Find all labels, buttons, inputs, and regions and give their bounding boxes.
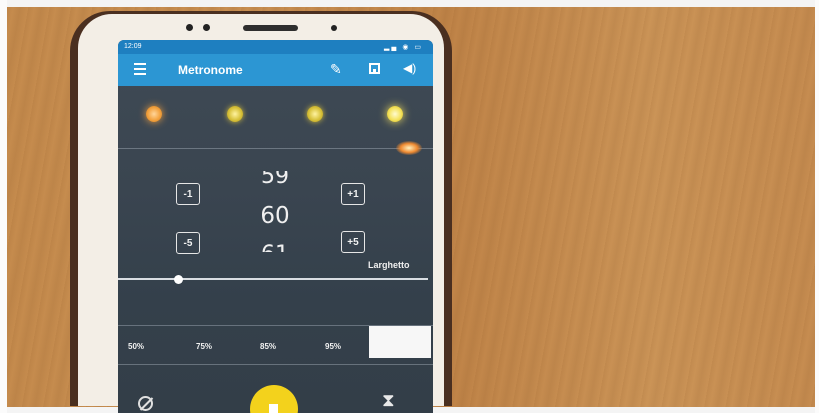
- beat-indicator-3: [307, 106, 323, 122]
- beats-divider: [118, 148, 433, 149]
- menu-icon[interactable]: [134, 63, 146, 75]
- tempo-plus-one-button[interactable]: +1: [341, 183, 365, 205]
- image-border-right: [815, 0, 819, 413]
- camera-flash-glare: [396, 141, 422, 155]
- percent-option-75[interactable]: 75%: [196, 342, 212, 351]
- mute-icon[interactable]: [138, 396, 153, 411]
- tempo-minus-one-button[interactable]: -1: [176, 183, 200, 205]
- front-camera-dot: [186, 24, 193, 31]
- app-title: Metronome: [178, 63, 243, 77]
- stop-play-button[interactable]: [250, 385, 298, 413]
- percent-option-selected[interactable]: [369, 326, 431, 358]
- tempo-previous-value[interactable]: 59: [235, 171, 315, 188]
- hourglass-icon[interactable]: ⧗: [382, 390, 395, 411]
- percent-option-50[interactable]: 50%: [128, 342, 144, 351]
- controls-divider: [118, 364, 433, 365]
- tempo-marking-label: Larghetto: [368, 260, 410, 270]
- save-icon[interactable]: [369, 63, 380, 74]
- status-time: 12:09: [124, 43, 142, 50]
- tempo-current-value[interactable]: 60: [235, 203, 315, 229]
- status-bar: 12:09 ▂▄ ◉ ▭: [118, 40, 433, 54]
- pencil-icon[interactable]: ✎: [330, 61, 342, 78]
- beat-indicator-4: [387, 106, 403, 122]
- phone-screen: 12:09 ▂▄ ◉ ▭ Metronome ✎ ◀) -1 +1 -5 +5 …: [118, 40, 433, 413]
- status-icons: ▂▄ ◉ ▭: [384, 44, 423, 51]
- image-border-left: [0, 0, 7, 413]
- front-sensor-dot: [203, 24, 210, 31]
- earpiece-speaker: [243, 25, 298, 31]
- tempo-minus-five-button[interactable]: -5: [176, 232, 200, 254]
- tempo-slider-track[interactable]: [118, 278, 428, 280]
- stop-icon: [269, 404, 278, 413]
- percent-option-85[interactable]: 85%: [260, 342, 276, 351]
- proximity-sensor-dot: [331, 25, 337, 31]
- tempo-plus-five-button[interactable]: +5: [341, 231, 365, 253]
- tempo-slider-thumb[interactable]: [174, 275, 183, 284]
- volume-icon[interactable]: ◀): [403, 61, 416, 75]
- percent-option-95[interactable]: 95%: [325, 342, 341, 351]
- app-bar: Metronome ✎ ◀): [118, 54, 433, 86]
- beat-indicator-2: [227, 106, 243, 122]
- beat-indicator-1: [146, 106, 162, 122]
- tempo-next-value[interactable]: 61: [235, 238, 315, 252]
